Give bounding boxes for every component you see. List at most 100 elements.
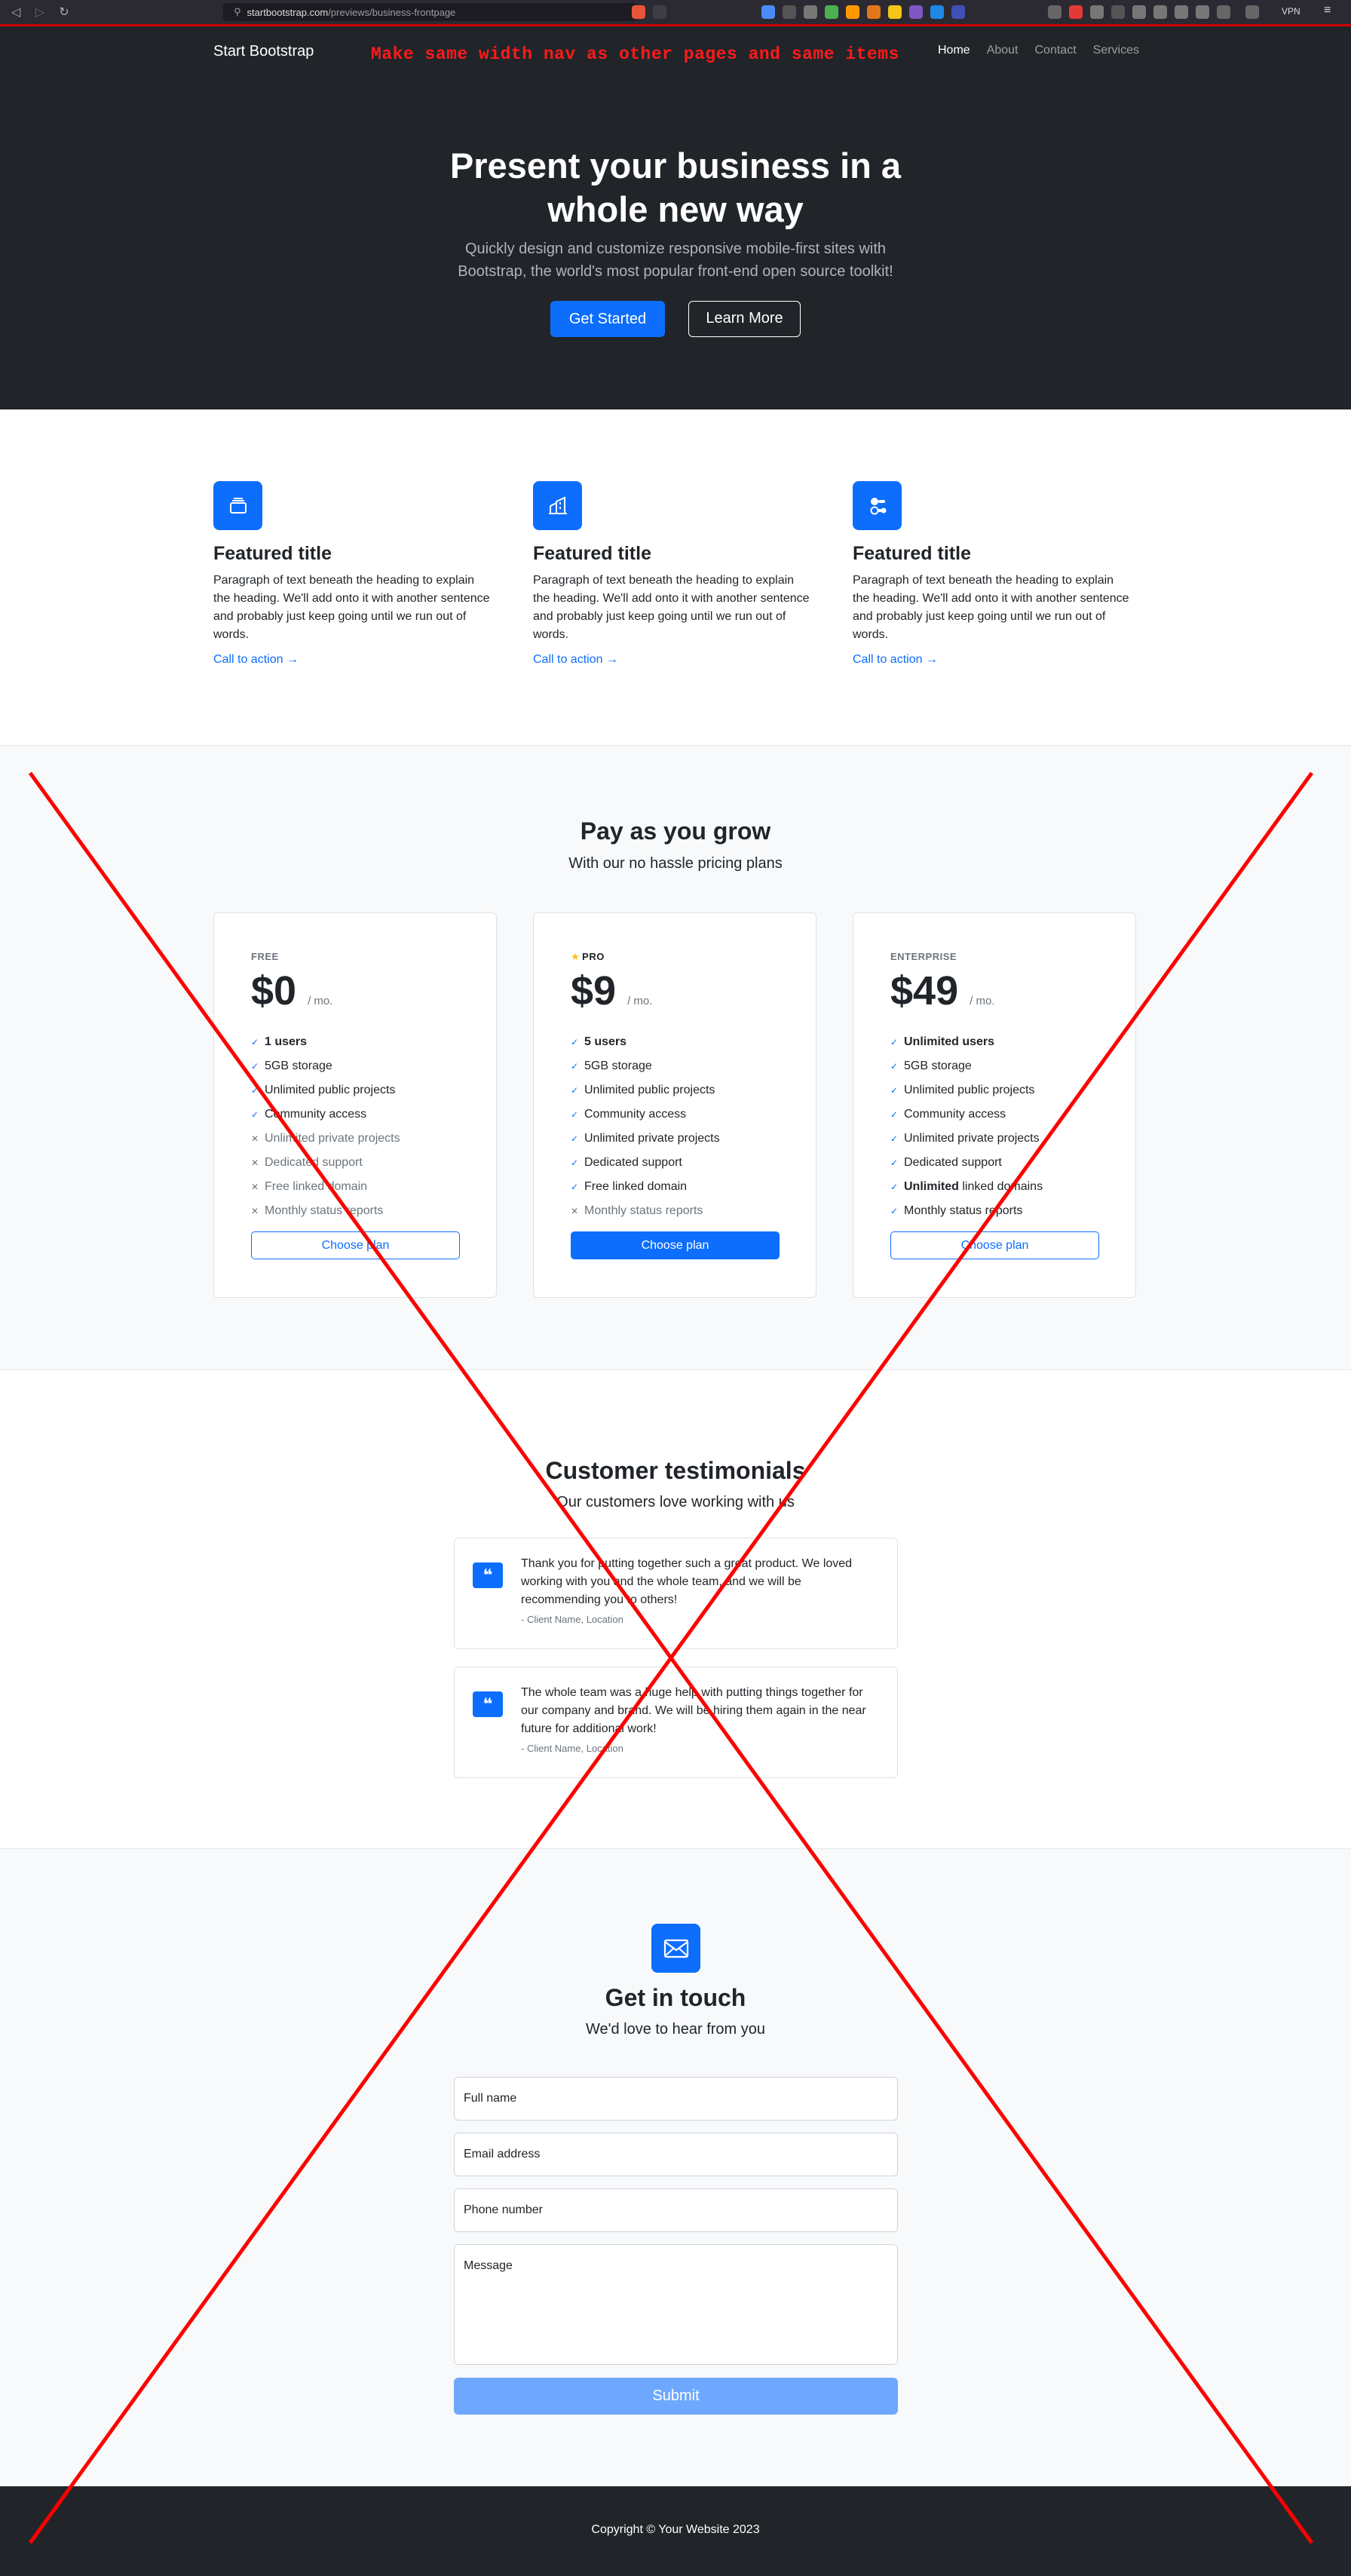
plan-feature-item: ✓ 5GB storage xyxy=(571,1060,652,1072)
extension-icon[interactable] xyxy=(761,5,775,19)
pricing-card-pro: ★ PRO $9 / mo. ✓ 5 users ✓ 5GB storage ✓ Unlim… xyxy=(533,912,816,1298)
extension-icon[interactable] xyxy=(909,5,923,19)
extension-icon[interactable] xyxy=(888,5,902,19)
feature-cta-link[interactable]: Call to action → xyxy=(533,653,812,667)
extension-icon[interactable] xyxy=(804,5,817,19)
extension-icon[interactable] xyxy=(846,5,859,19)
pricing-card-free: FREE $0 / mo. ✓ 1 users ✓ 5GB storage ✓ Unlim… xyxy=(213,912,497,1298)
extension-icon[interactable] xyxy=(1048,5,1062,19)
contact-subtitle: We'd love to hear from you xyxy=(585,2021,765,2038)
plan-feature-item: ✕ Free linked domain xyxy=(251,1180,368,1193)
full-name-field[interactable]: Full name xyxy=(454,2077,898,2121)
x-icon: ✕ xyxy=(251,1206,259,1216)
check-icon: ✓ xyxy=(251,1109,259,1120)
plan-feature-item: ✓ 5GB storage xyxy=(251,1060,332,1072)
reload-icon[interactable]: ↻ xyxy=(57,5,71,20)
check-icon: ✓ xyxy=(251,1061,259,1072)
extension-icon[interactable] xyxy=(1090,5,1104,19)
feature-text: Paragraph of text beneath the heading to… xyxy=(213,574,490,641)
feature-cta-link[interactable]: Call to action → xyxy=(213,653,492,667)
extension-icon[interactable] xyxy=(951,5,965,19)
contact-section: Get in touch We'd love to hear from you … xyxy=(0,1848,1351,2486)
email-field[interactable]: Email address xyxy=(454,2133,898,2176)
nav-links: Home About Contact Services xyxy=(938,44,1139,57)
check-icon: ✓ xyxy=(571,1037,579,1047)
feature-title: Featured title xyxy=(853,543,971,564)
extension-icon[interactable] xyxy=(1196,5,1209,19)
brave-shield-icon[interactable] xyxy=(632,5,645,19)
check-icon: ✓ xyxy=(571,1182,579,1192)
plan-feature-item: ✓ Unlimited public projects xyxy=(890,1084,1035,1096)
feature-title: Featured title xyxy=(213,543,332,564)
phone-field[interactable]: Phone number xyxy=(454,2188,898,2232)
learn-more-button[interactable]: Learn More xyxy=(688,301,801,337)
back-icon[interactable]: ◁ xyxy=(9,5,23,20)
feature-cta-link[interactable]: Call to action → xyxy=(853,653,1132,667)
nav-link-services[interactable]: Services xyxy=(1093,44,1139,57)
plan-price: $49 / mo. xyxy=(890,968,995,1014)
check-icon: ✓ xyxy=(890,1085,899,1096)
vpn-button[interactable]: VPN xyxy=(1282,6,1300,17)
plan-feature-item: ✓ Community access xyxy=(890,1108,1006,1121)
plan-name: ENTERPRISE xyxy=(890,951,957,962)
nav-link-about[interactable]: About xyxy=(987,44,1019,57)
plan-feature-item: ✓ 5 users xyxy=(571,1035,627,1048)
choose-plan-button[interactable]: Choose plan xyxy=(251,1231,460,1259)
extension-icon[interactable] xyxy=(1132,5,1146,19)
pricing-section: Pay as you grow With our no hassle prici… xyxy=(0,745,1351,1369)
extension-icon[interactable] xyxy=(1153,5,1167,19)
plan-price: $0 / mo. xyxy=(251,968,333,1014)
toggles-icon xyxy=(853,481,902,530)
extension-icon[interactable] xyxy=(825,5,838,19)
message-field[interactable]: Message xyxy=(454,2244,898,2365)
testimonial-author: - Client Name, Location xyxy=(521,1614,623,1625)
url-host: startbootstrap.com xyxy=(247,6,329,18)
rewards-icon[interactable] xyxy=(653,5,666,19)
site-info-icon[interactable]: ⚲ xyxy=(234,6,241,18)
plan-feature-item: ✓ Community access xyxy=(571,1108,687,1121)
feature-text: Paragraph of text beneath the heading to… xyxy=(533,574,810,641)
submit-button[interactable]: Submit xyxy=(454,2378,898,2415)
testimonial-card: ❝ The whole team was a huge help with pu… xyxy=(454,1667,898,1778)
plan-feature-item: ✓ 5GB storage xyxy=(890,1060,972,1072)
plan-feature-item: ✓ Unlimited public projects xyxy=(251,1084,396,1096)
extension-icon[interactable] xyxy=(1069,5,1083,19)
extension-icon[interactable] xyxy=(930,5,944,19)
check-icon: ✓ xyxy=(251,1085,259,1096)
plan-feature-item: ✓ Unlimited public projects xyxy=(571,1084,715,1096)
check-icon: ✓ xyxy=(571,1109,579,1120)
get-started-button[interactable]: Get Started xyxy=(550,301,665,337)
choose-plan-button[interactable]: Choose plan xyxy=(890,1231,1099,1259)
plan-feature-item: ✓ Free linked domain xyxy=(571,1180,688,1193)
brand-link[interactable]: Start Bootstrap xyxy=(213,43,314,60)
extension-icon[interactable] xyxy=(867,5,881,19)
nav-link-contact[interactable]: Contact xyxy=(1035,44,1077,57)
choose-plan-button[interactable]: Choose plan xyxy=(571,1231,780,1259)
check-icon: ✓ xyxy=(890,1206,899,1216)
wallet-icon[interactable] xyxy=(1245,5,1259,19)
check-icon: ✓ xyxy=(890,1037,899,1047)
review-annotation: Make same width nav as other pages and s… xyxy=(371,44,899,64)
plan-feature-list: ✓ Unlimited users ✓ 5GB storage ✓ Unlimited p… xyxy=(890,1030,1043,1223)
pricing-title: Pay as you grow xyxy=(580,817,771,845)
extension-icon[interactable] xyxy=(783,5,796,19)
site-footer: Copyright © Your Website 2023 xyxy=(0,2486,1351,2576)
plan-name: FREE xyxy=(251,951,279,962)
feature-card: Featured title Paragraph of text beneath… xyxy=(213,481,492,667)
address-bar[interactable]: ⚲ startbootstrap.com/previews/business-f… xyxy=(223,3,636,21)
collection-icon xyxy=(213,481,262,530)
check-icon: ✓ xyxy=(571,1085,579,1096)
menu-icon[interactable]: ≡ xyxy=(1324,4,1337,17)
plan-feature-item: ✓ Monthly status reports xyxy=(890,1204,1023,1217)
extension-icon[interactable] xyxy=(1111,5,1125,19)
features-section: Featured title Paragraph of text beneath… xyxy=(0,409,1351,745)
quote-icon: ❝ xyxy=(473,1691,503,1717)
nav-link-home[interactable]: Home xyxy=(938,44,970,57)
forward-icon[interactable]: ▷ xyxy=(33,5,47,20)
feature-card: Featured title Paragraph of text beneath… xyxy=(533,481,812,667)
extension-icon[interactable] xyxy=(1175,5,1188,19)
sidebar-icon[interactable] xyxy=(1217,5,1230,19)
check-icon: ✓ xyxy=(890,1133,899,1144)
plan-feature-item: ✓ Unlimited private projects xyxy=(571,1132,720,1145)
plan-feature-item: ✓ Dedicated support xyxy=(571,1156,682,1169)
